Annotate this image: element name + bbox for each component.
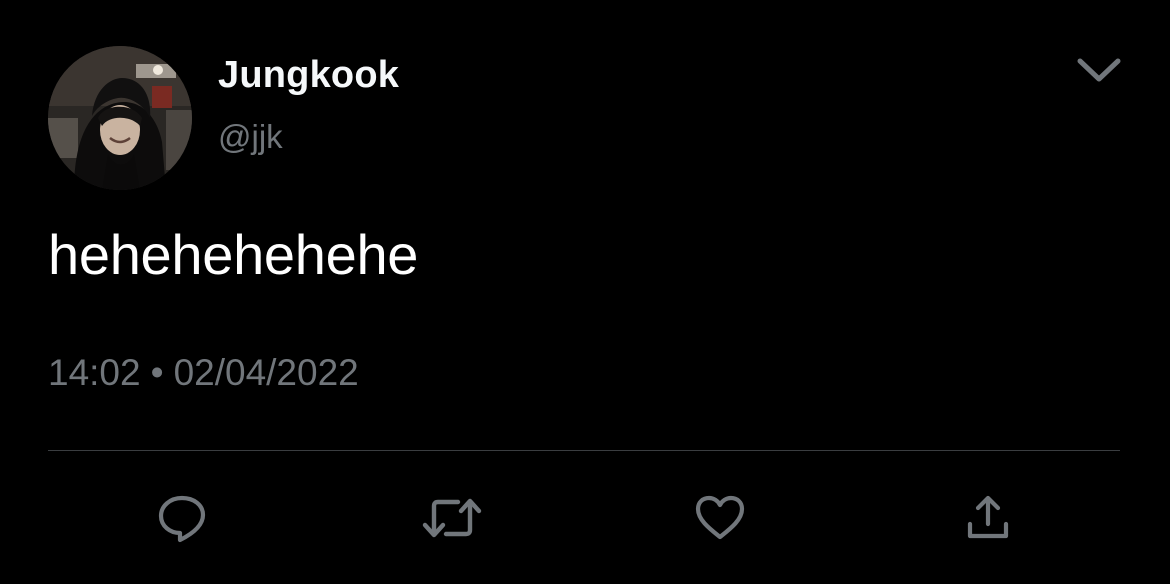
action-bar [0,488,1170,548]
tweet-card: Jungkook @jjk hehehehehehe 14:02 • 02/04/2… [0,0,1170,584]
user-handle[interactable]: @jjk [218,118,283,156]
like-button[interactable] [690,488,750,548]
tweet-timestamp: 14:02 • 02/04/2022 [48,352,359,394]
chevron-down-icon [1077,58,1121,82]
tweet-text: hehehehehehe [48,223,419,286]
display-name[interactable]: Jungkook [218,54,399,97]
share-button[interactable] [958,488,1018,548]
profile-photo-icon [48,46,192,190]
reply-icon [158,495,206,543]
retweet-button[interactable] [422,488,482,548]
tweet-time: 14:02 [48,352,141,393]
share-icon [967,495,1009,539]
divider [48,450,1120,451]
meta-separator: • [150,352,164,393]
heart-icon [695,495,745,540]
avatar[interactable] [48,46,192,190]
tweet-date: 02/04/2022 [173,352,359,393]
retweet-icon [422,498,482,538]
more-options-button[interactable] [1074,52,1124,88]
reply-button[interactable] [152,488,212,548]
